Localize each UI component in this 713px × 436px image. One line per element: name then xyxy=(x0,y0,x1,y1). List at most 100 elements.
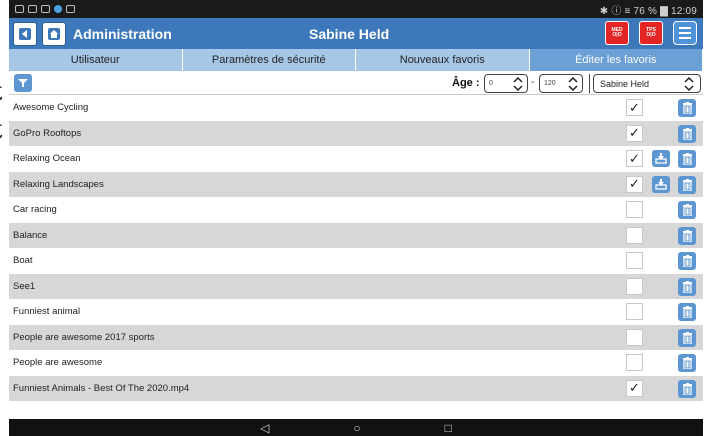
checkmark-icon: ✓ xyxy=(629,150,640,166)
age-min-stepper[interactable]: 0 xyxy=(484,74,528,93)
trash-icon[interactable] xyxy=(678,150,696,168)
favorite-checkbox[interactable] xyxy=(626,354,643,371)
age-min-value: 0 xyxy=(489,80,493,87)
favorite-row: Car racing xyxy=(9,197,703,223)
divider xyxy=(589,74,590,93)
nav-recent-button[interactable]: □ xyxy=(445,421,452,435)
current-user-name: Sabine Held xyxy=(309,25,390,42)
notification-icon xyxy=(41,5,50,13)
system-nav-bar: ◁ ○ □ xyxy=(9,419,703,436)
favorite-name: Funniest animal xyxy=(13,306,81,318)
trash-icon[interactable] xyxy=(678,252,696,270)
chevron-updown-icon xyxy=(684,76,694,91)
trash-icon[interactable] xyxy=(678,277,696,296)
favorite-checkbox[interactable]: ✓ xyxy=(626,124,643,142)
favorite-name: Boat xyxy=(13,255,33,267)
trash-icon[interactable] xyxy=(678,379,696,398)
back-button[interactable] xyxy=(13,21,37,46)
trash-icon[interactable] xyxy=(678,354,696,372)
download-icon[interactable] xyxy=(652,150,670,167)
favorites-list: Awesome Cycling ✓ GoPro Rooftops ✓ Relaxing … xyxy=(9,95,703,401)
nav-home-button[interactable]: ○ xyxy=(353,421,360,435)
favorite-row: Funniest animal xyxy=(9,299,703,325)
filter-button[interactable] xyxy=(14,73,32,92)
app-bar: Administration Sabine Held MED O|O TPS O… xyxy=(9,18,703,49)
favorite-name: Relaxing Ocean xyxy=(13,153,81,165)
tab-nouveaux-favoris[interactable]: Nouveaux favoris xyxy=(356,49,530,71)
notification-icon xyxy=(66,5,75,13)
age-range-separator: - xyxy=(531,77,535,88)
trash-icon[interactable] xyxy=(678,124,696,143)
trash-icon[interactable] xyxy=(678,99,696,117)
favorite-checkbox[interactable]: ✓ xyxy=(626,175,643,193)
favorite-checkbox[interactable]: ✓ xyxy=(626,379,643,397)
favorite-checkbox[interactable] xyxy=(626,303,643,320)
notification-icon xyxy=(28,5,37,13)
tps-toggle-glyph: O|O xyxy=(646,32,656,38)
med-toggle-glyph: O|O xyxy=(612,32,622,38)
favorite-name: GoPro Rooftops xyxy=(13,127,82,139)
download-icon[interactable] xyxy=(652,175,670,193)
favorite-name: Balance xyxy=(13,229,48,241)
favorite-row: Relaxing Ocean ✓ xyxy=(9,146,703,172)
trash-icon[interactable] xyxy=(678,328,696,347)
trash-icon[interactable] xyxy=(678,175,696,194)
favorite-row: Awesome Cycling ✓ xyxy=(9,95,703,121)
user-select[interactable]: Sabine Held xyxy=(593,74,701,93)
favorite-row: See1 xyxy=(9,273,703,299)
nav-back-button[interactable]: ◁ xyxy=(260,421,269,435)
background-paper-left: t t xyxy=(0,0,9,436)
favorite-name: People are awesome xyxy=(13,357,103,369)
favorite-checkbox[interactable] xyxy=(626,328,643,346)
favorite-checkbox[interactable]: ✓ xyxy=(626,150,643,167)
background-text-fragment: t xyxy=(0,117,2,143)
status-bar: ✱ ⓘ ≡ 76 % ▇ 12:09 xyxy=(9,0,703,18)
favorite-name: Car racing xyxy=(13,204,57,216)
checkmark-icon: ✓ xyxy=(629,125,640,140)
favorite-checkbox[interactable] xyxy=(626,277,643,295)
filter-row: Âge : 0 - 120 Sabine Held xyxy=(9,71,703,95)
favorite-row: People are awesome xyxy=(9,350,703,376)
home-icon xyxy=(48,27,60,40)
favorite-checkbox[interactable] xyxy=(626,252,643,269)
med-status-button[interactable]: MED O|O xyxy=(605,21,629,45)
tablet-screen: ✱ ⓘ ≡ 76 % ▇ 12:09 Administration Sabine… xyxy=(9,0,703,436)
favorite-checkbox[interactable]: ✓ xyxy=(626,99,643,116)
home-button[interactable] xyxy=(42,21,66,46)
filter-funnel-icon xyxy=(18,78,28,87)
stepper-arrows-icon xyxy=(513,76,523,91)
age-max-stepper[interactable]: 120 xyxy=(539,74,583,93)
hamburger-menu-icon[interactable] xyxy=(673,21,697,45)
tps-status-button[interactable]: TPS O|O xyxy=(639,21,663,45)
favorite-row: Boat xyxy=(9,248,703,274)
trash-icon[interactable] xyxy=(678,303,696,321)
checkmark-icon: ✓ xyxy=(629,176,640,191)
favorite-row: GoPro Rooftops ✓ xyxy=(9,120,703,146)
tab-bar: Utilisateur Paramètres de sécurité Nouve… xyxy=(9,49,703,71)
favorite-name: See1 xyxy=(13,280,36,292)
stepper-arrows-icon xyxy=(568,76,578,91)
favorite-checkbox[interactable] xyxy=(626,226,643,244)
age-max-value: 120 xyxy=(544,80,556,87)
favorite-row: Relaxing Landscapes ✓ xyxy=(9,171,703,197)
tab-editer-favoris[interactable]: Éditer les favoris xyxy=(529,49,703,71)
background-paper-right xyxy=(703,0,713,436)
favorite-name: People are awesome 2017 sports xyxy=(13,331,155,343)
trash-icon[interactable] xyxy=(678,226,696,245)
notification-icon xyxy=(54,5,62,13)
app-title: Administration xyxy=(73,25,172,42)
notification-icon xyxy=(15,5,24,13)
tab-parametres-securite[interactable]: Paramètres de sécurité xyxy=(183,49,356,71)
back-arrow-icon xyxy=(19,27,31,40)
favorite-name: Awesome Cycling xyxy=(13,102,89,114)
favorite-name: Relaxing Landscapes xyxy=(13,178,104,190)
checkmark-icon: ✓ xyxy=(629,99,640,115)
status-indicators: ✱ ⓘ ≡ 76 % ▇ 12:09 xyxy=(599,5,697,17)
trash-icon[interactable] xyxy=(678,201,696,219)
user-select-value: Sabine Held xyxy=(600,78,650,89)
favorite-row: Balance xyxy=(9,222,703,248)
favorite-checkbox[interactable] xyxy=(626,201,643,218)
favorite-row: Funniest Animals - Best Of The 2020.mp4 ✓ xyxy=(9,375,703,401)
tab-utilisateur[interactable]: Utilisateur xyxy=(9,49,183,71)
favorite-row: People are awesome 2017 sports xyxy=(9,324,703,350)
